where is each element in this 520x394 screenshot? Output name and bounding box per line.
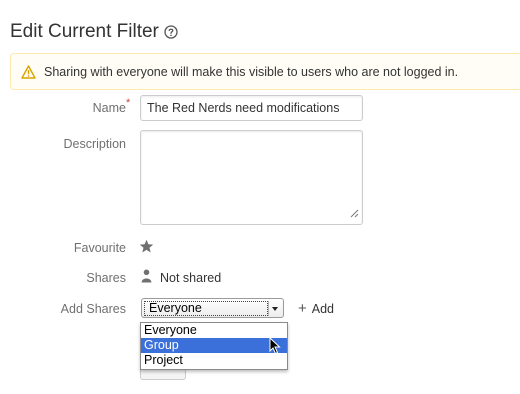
share-type-selected: Everyone — [144, 301, 268, 316]
plus-icon: + — [298, 300, 307, 317]
mouse-pointer-icon — [269, 336, 281, 358]
name-field[interactable]: The Red Nerds need modifications — [140, 95, 363, 121]
dropdown-option-everyone[interactable]: Everyone — [141, 323, 287, 338]
add-label: Add — [311, 302, 335, 316]
favourite-label: Favourite — [73, 241, 126, 255]
warning-icon — [21, 65, 36, 82]
page-header: Edit Current Filter — [10, 19, 178, 45]
help-icon[interactable] — [164, 25, 178, 42]
add-share-button[interactable]: + Add — [298, 300, 335, 317]
person-icon — [141, 269, 152, 286]
warning-text: Sharing with everyone will make this vis… — [44, 65, 459, 79]
description-field[interactable] — [140, 130, 363, 225]
page-title: Edit Current Filter — [10, 21, 159, 42]
warning-message: Sharing with everyone will make this vis… — [10, 53, 520, 90]
star-icon[interactable] — [139, 239, 154, 257]
name-label: Name — [92, 101, 126, 115]
add-shares-label: Add Shares — [60, 302, 126, 316]
required-marker: * — [126, 97, 131, 109]
resize-grip-icon[interactable] — [350, 206, 359, 221]
shares-label: Shares — [86, 271, 126, 285]
shares-value: Not shared — [160, 271, 222, 285]
description-label: Description — [63, 137, 126, 151]
share-type-select[interactable]: Everyone — [141, 298, 284, 318]
chevron-down-icon[interactable] — [268, 301, 281, 316]
share-type-dropdown[interactable]: Everyone Group Project — [140, 322, 288, 370]
partially-hidden-button — [140, 370, 186, 380]
dropdown-option-project[interactable]: Project — [141, 353, 287, 368]
dropdown-option-group[interactable]: Group — [141, 338, 287, 353]
